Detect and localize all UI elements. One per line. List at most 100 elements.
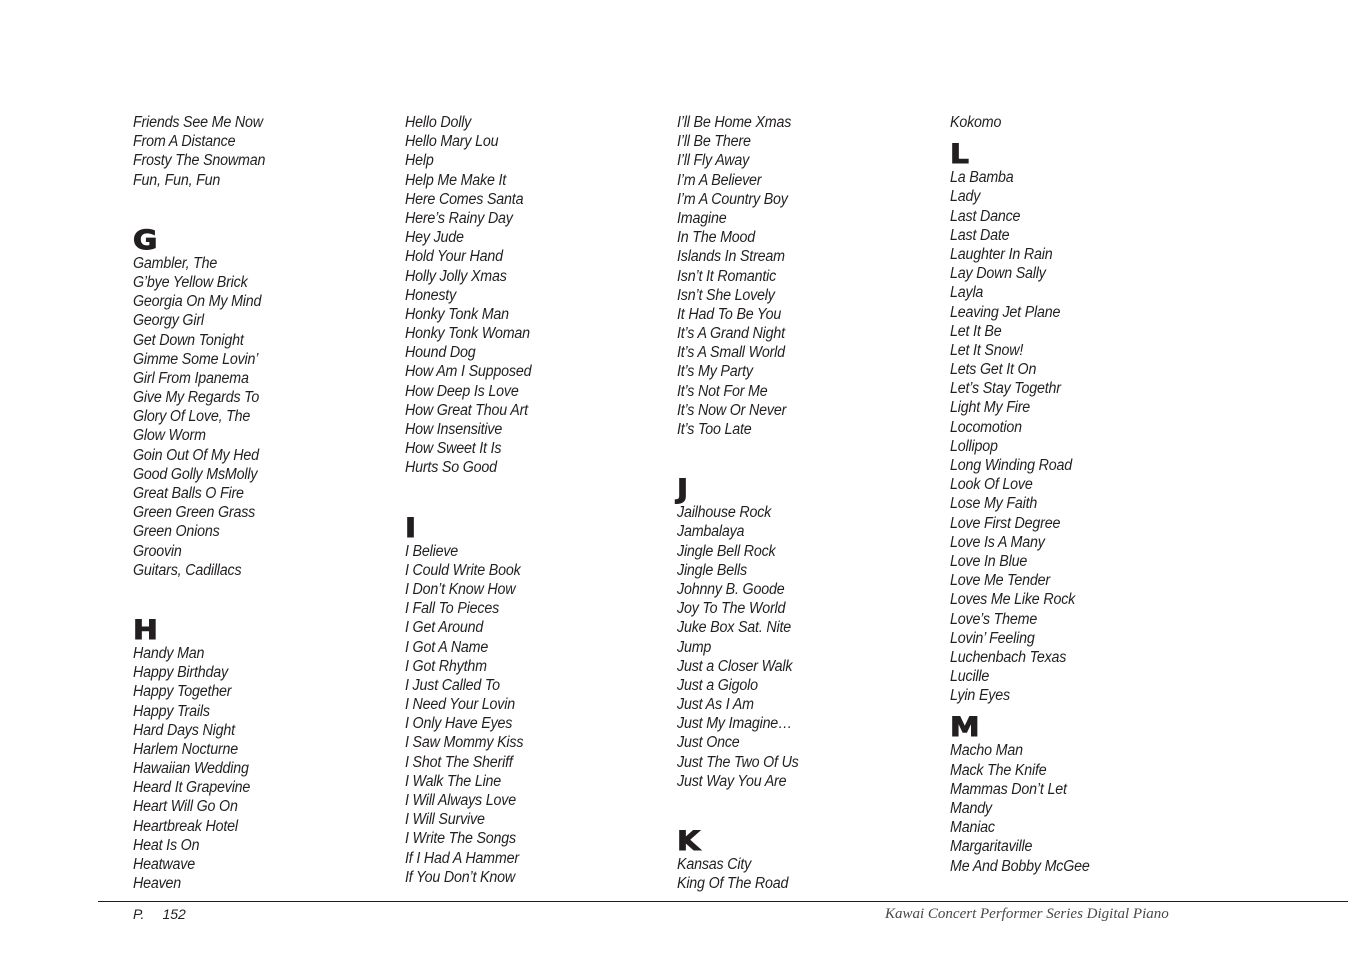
song-title: Long Winding Road: [950, 457, 1073, 474]
song-title: Green Green Grass: [133, 504, 256, 522]
song-title: Gambler, The: [133, 254, 218, 272]
song-title: Let It Snow!: [950, 341, 1024, 359]
song-title: It’s A Grand Night: [677, 325, 785, 343]
song-title: Holly Jolly Xmas: [405, 267, 507, 285]
song-title: I Will Always Love: [405, 792, 516, 809]
song-title: Jingle Bells: [677, 561, 747, 579]
song-title: I Believe: [405, 542, 459, 560]
song-title: How Deep Is Love: [405, 382, 519, 400]
song-title: From A Distance: [133, 133, 236, 151]
song-title: I Shot The Sheriff: [405, 753, 513, 771]
song-title: If You Don’t Know: [405, 868, 515, 886]
page-prefix: P.: [133, 906, 145, 922]
song-title: I Write The Songs: [405, 830, 517, 848]
song-title: Laughter In Rain: [950, 245, 1053, 263]
song-title: How Am I Supposed: [405, 363, 532, 381]
song-title: Georgia On My Mind: [133, 293, 262, 311]
song-title: Here Comes Santa: [405, 190, 524, 208]
song-title: Love Me Tender: [950, 572, 1050, 590]
song-title: Lose My Faith: [950, 495, 1038, 513]
song-title: Love In Blue: [950, 552, 1028, 570]
song-title: I’m A Country Boy: [677, 190, 788, 208]
song-title: Jump: [677, 638, 712, 656]
song-title: Love First Degree: [950, 514, 1061, 532]
song-title: How Sweet It Is: [405, 440, 502, 458]
song-title: Handy Man: [133, 644, 205, 662]
song-title: Help: [405, 152, 434, 170]
section-letter-heading: J: [676, 474, 689, 506]
page-number: P. 152: [133, 906, 186, 922]
song-title: Light My Fire: [950, 399, 1031, 417]
song-title: Mack The Knife: [950, 761, 1047, 779]
song-title: Honky Tonk Man: [405, 305, 509, 323]
song-title: Lucille: [950, 668, 990, 686]
song-title: Isn’t She Lovely: [677, 286, 775, 304]
song-title: Love Is A Many: [950, 533, 1045, 551]
section-letter-heading: K: [676, 826, 701, 857]
song-title: Maniac: [950, 819, 995, 837]
song-title: Let It Be: [950, 322, 1002, 340]
section-letter-heading: I: [404, 512, 417, 544]
song-title: Lovin’ Feeling: [950, 629, 1035, 647]
song-title: Hold Your Hand: [405, 248, 503, 266]
song-title: Hello Dolly: [405, 114, 472, 131]
song-column-4: Kokomo L La Bamba Lady Last Dance Last Date La…: [949, 113, 1210, 876]
song-title: Jailhouse Rock: [677, 504, 772, 522]
song-title: G’bye Yellow Brick: [133, 273, 248, 291]
song-title: Macho Man: [950, 742, 1023, 760]
song-title: I’ll Be There: [677, 133, 751, 151]
song-title: I’m A Believer: [677, 171, 762, 189]
song-title: It’s Too Late: [677, 421, 752, 438]
song-title: If I Had A Hammer: [405, 849, 519, 867]
song-title: Frosty The Snowman: [133, 152, 266, 170]
song-title: Green Onions: [133, 523, 220, 541]
document-title: Kawai Concert Performer Series Digital P…: [885, 906, 1169, 922]
song-title: Heart Will Go On: [133, 798, 238, 816]
song-title: Lollipop: [950, 437, 998, 455]
song-title: Harlem Nocturne: [133, 740, 239, 758]
song-title: I Need Your Lovin: [405, 696, 515, 714]
song-title: Just Once: [677, 734, 740, 752]
song-title: I Fall To Pieces: [405, 600, 500, 618]
song-title: Lady: [950, 188, 981, 206]
song-title: Joy To The World: [677, 600, 786, 618]
song-title: Loves Me Like Rock: [950, 591, 1076, 609]
song-column-2: Hello Dolly Hello Mary Lou Help Help Me Mak…: [404, 113, 665, 887]
song-title: Hey Jude: [405, 229, 464, 247]
song-title: Margaritaville: [950, 838, 1033, 856]
song-title: I’ll Be Home Xmas: [677, 114, 792, 131]
song-title: Hound Dog: [405, 344, 476, 362]
song-title: Glory Of Love, The: [133, 408, 251, 426]
song-title: Isn’t It Romantic: [677, 267, 777, 285]
song-title: I Will Survive: [405, 811, 485, 829]
song-title: How Insensitive: [405, 421, 503, 438]
song-title: Just As I Am: [677, 696, 754, 714]
song-title: Heaven: [133, 875, 182, 893]
song-title: Jingle Bell Rock: [677, 542, 776, 560]
song-title: Islands In Stream: [677, 248, 785, 266]
song-title: Heatwave: [133, 856, 195, 873]
song-title: Honky Tonk Woman: [405, 325, 530, 343]
song-title: Good Golly MsMolly: [133, 465, 258, 483]
section-letter-heading: H: [132, 614, 158, 646]
song-title: Get Down Tonight: [133, 331, 244, 349]
song-title: Leaving Jet Plane: [950, 303, 1061, 321]
page-number-value: 152: [162, 906, 186, 922]
song-title: I Walk The Line: [405, 772, 502, 790]
song-title: Hello Mary Lou: [405, 133, 499, 151]
song-title: Lay Down Sally: [950, 265, 1046, 283]
song-title: Last Date: [950, 226, 1010, 244]
song-title: Heartbreak Hotel: [133, 817, 238, 835]
song-title: Kokomo: [950, 114, 1002, 131]
song-title: I Could Write Book: [405, 561, 521, 579]
section-letter-heading: G: [132, 224, 158, 256]
song-title: Girl From Ipanema: [133, 369, 249, 387]
song-title: Hawaiian Wedding: [133, 760, 249, 778]
song-title: Jambalaya: [677, 523, 745, 541]
song-title: Lyin Eyes: [950, 687, 1010, 705]
song-title: I’ll Fly Away: [677, 152, 750, 170]
